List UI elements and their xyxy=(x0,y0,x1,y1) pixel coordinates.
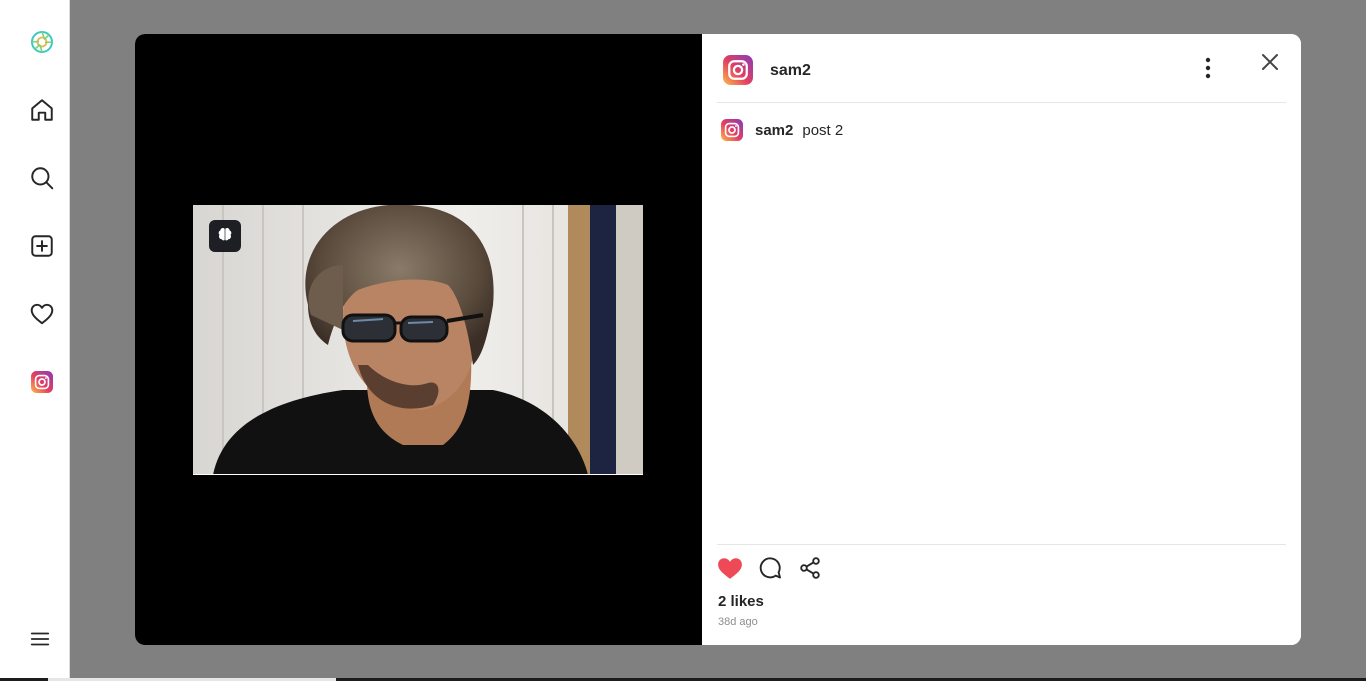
menu-icon xyxy=(29,628,51,650)
post-media xyxy=(135,34,702,645)
nav-create[interactable] xyxy=(20,224,64,268)
caption-avatar[interactable] xyxy=(721,119,743,141)
share-icon xyxy=(798,556,822,585)
profile-avatar-icon xyxy=(31,371,53,393)
share-button[interactable] xyxy=(797,556,823,585)
post-header: sam2 xyxy=(717,34,1286,103)
caption-username[interactable]: sam2 xyxy=(755,122,793,139)
sidebar xyxy=(0,0,70,681)
ai-badge[interactable] xyxy=(209,220,241,252)
close-icon xyxy=(1261,53,1279,76)
more-vertical-icon xyxy=(1205,57,1211,84)
comment-icon xyxy=(758,556,782,585)
close-modal-button[interactable] xyxy=(1256,50,1284,78)
likes-count[interactable]: 2 likes xyxy=(718,593,764,610)
post-options-button[interactable] xyxy=(1196,56,1220,84)
home-icon xyxy=(29,97,55,123)
heart-filled-icon xyxy=(717,556,743,585)
brain-icon xyxy=(217,226,233,247)
author-avatar[interactable] xyxy=(723,55,753,85)
create-icon xyxy=(29,233,55,259)
post-actions: 2 likes 38d ago xyxy=(717,544,1286,628)
nav-profile[interactable] xyxy=(20,360,64,404)
nav-home[interactable] xyxy=(20,88,64,132)
heart-icon xyxy=(29,301,55,327)
post-caption: sam2 post 2 xyxy=(721,119,843,141)
caption-text: post 2 xyxy=(802,121,844,139)
nav-notifications[interactable] xyxy=(20,292,64,336)
app-logo-icon xyxy=(30,30,54,54)
post-modal: sam2 sam2 post 2 2 likes 38d ago xyxy=(135,34,1301,645)
nav-more-menu[interactable] xyxy=(18,617,62,661)
like-button[interactable] xyxy=(717,557,743,583)
nav-search[interactable] xyxy=(20,156,64,200)
search-icon xyxy=(29,165,55,191)
post-timestamp: 38d ago xyxy=(718,616,758,628)
author-username[interactable]: sam2 xyxy=(770,62,811,80)
post-image[interactable] xyxy=(193,205,643,475)
post-details-panel: sam2 sam2 post 2 2 likes 38d ago xyxy=(702,34,1301,645)
comment-button[interactable] xyxy=(757,556,783,585)
app-logo-button[interactable] xyxy=(20,20,64,64)
